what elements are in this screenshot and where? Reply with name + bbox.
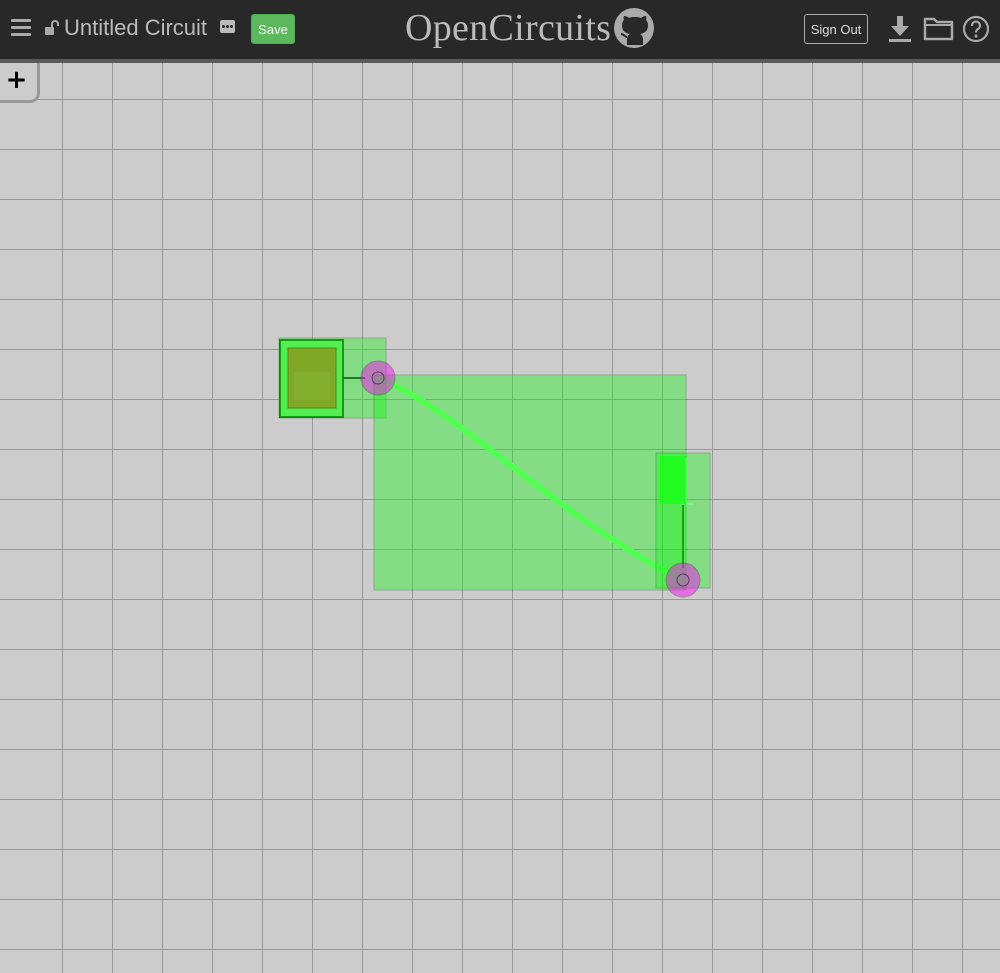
hamburger-menu-icon[interactable] [11,19,31,37]
top-navbar: Save OpenCircuits Sign Out [0,0,1000,59]
more-dots-icon[interactable] [220,20,235,33]
circuit-title-input[interactable] [64,11,224,45]
selection-overlays [278,337,711,591]
circuit-canvas[interactable] [0,63,1000,973]
download-icon[interactable] [887,15,913,43]
app-logo-text: OpenCircuits [405,7,612,49]
folder-icon[interactable] [923,15,954,42]
github-icon[interactable] [613,7,655,49]
help-icon[interactable] [962,15,990,43]
unlock-icon[interactable] [44,20,60,36]
led-input-port[interactable] [665,562,701,598]
add-component-button[interactable]: + [0,63,40,103]
switch-output-port[interactable] [360,360,396,396]
save-button[interactable]: Save [251,14,295,44]
plus-icon: + [5,64,28,95]
sign-out-button[interactable]: Sign Out [804,14,868,44]
